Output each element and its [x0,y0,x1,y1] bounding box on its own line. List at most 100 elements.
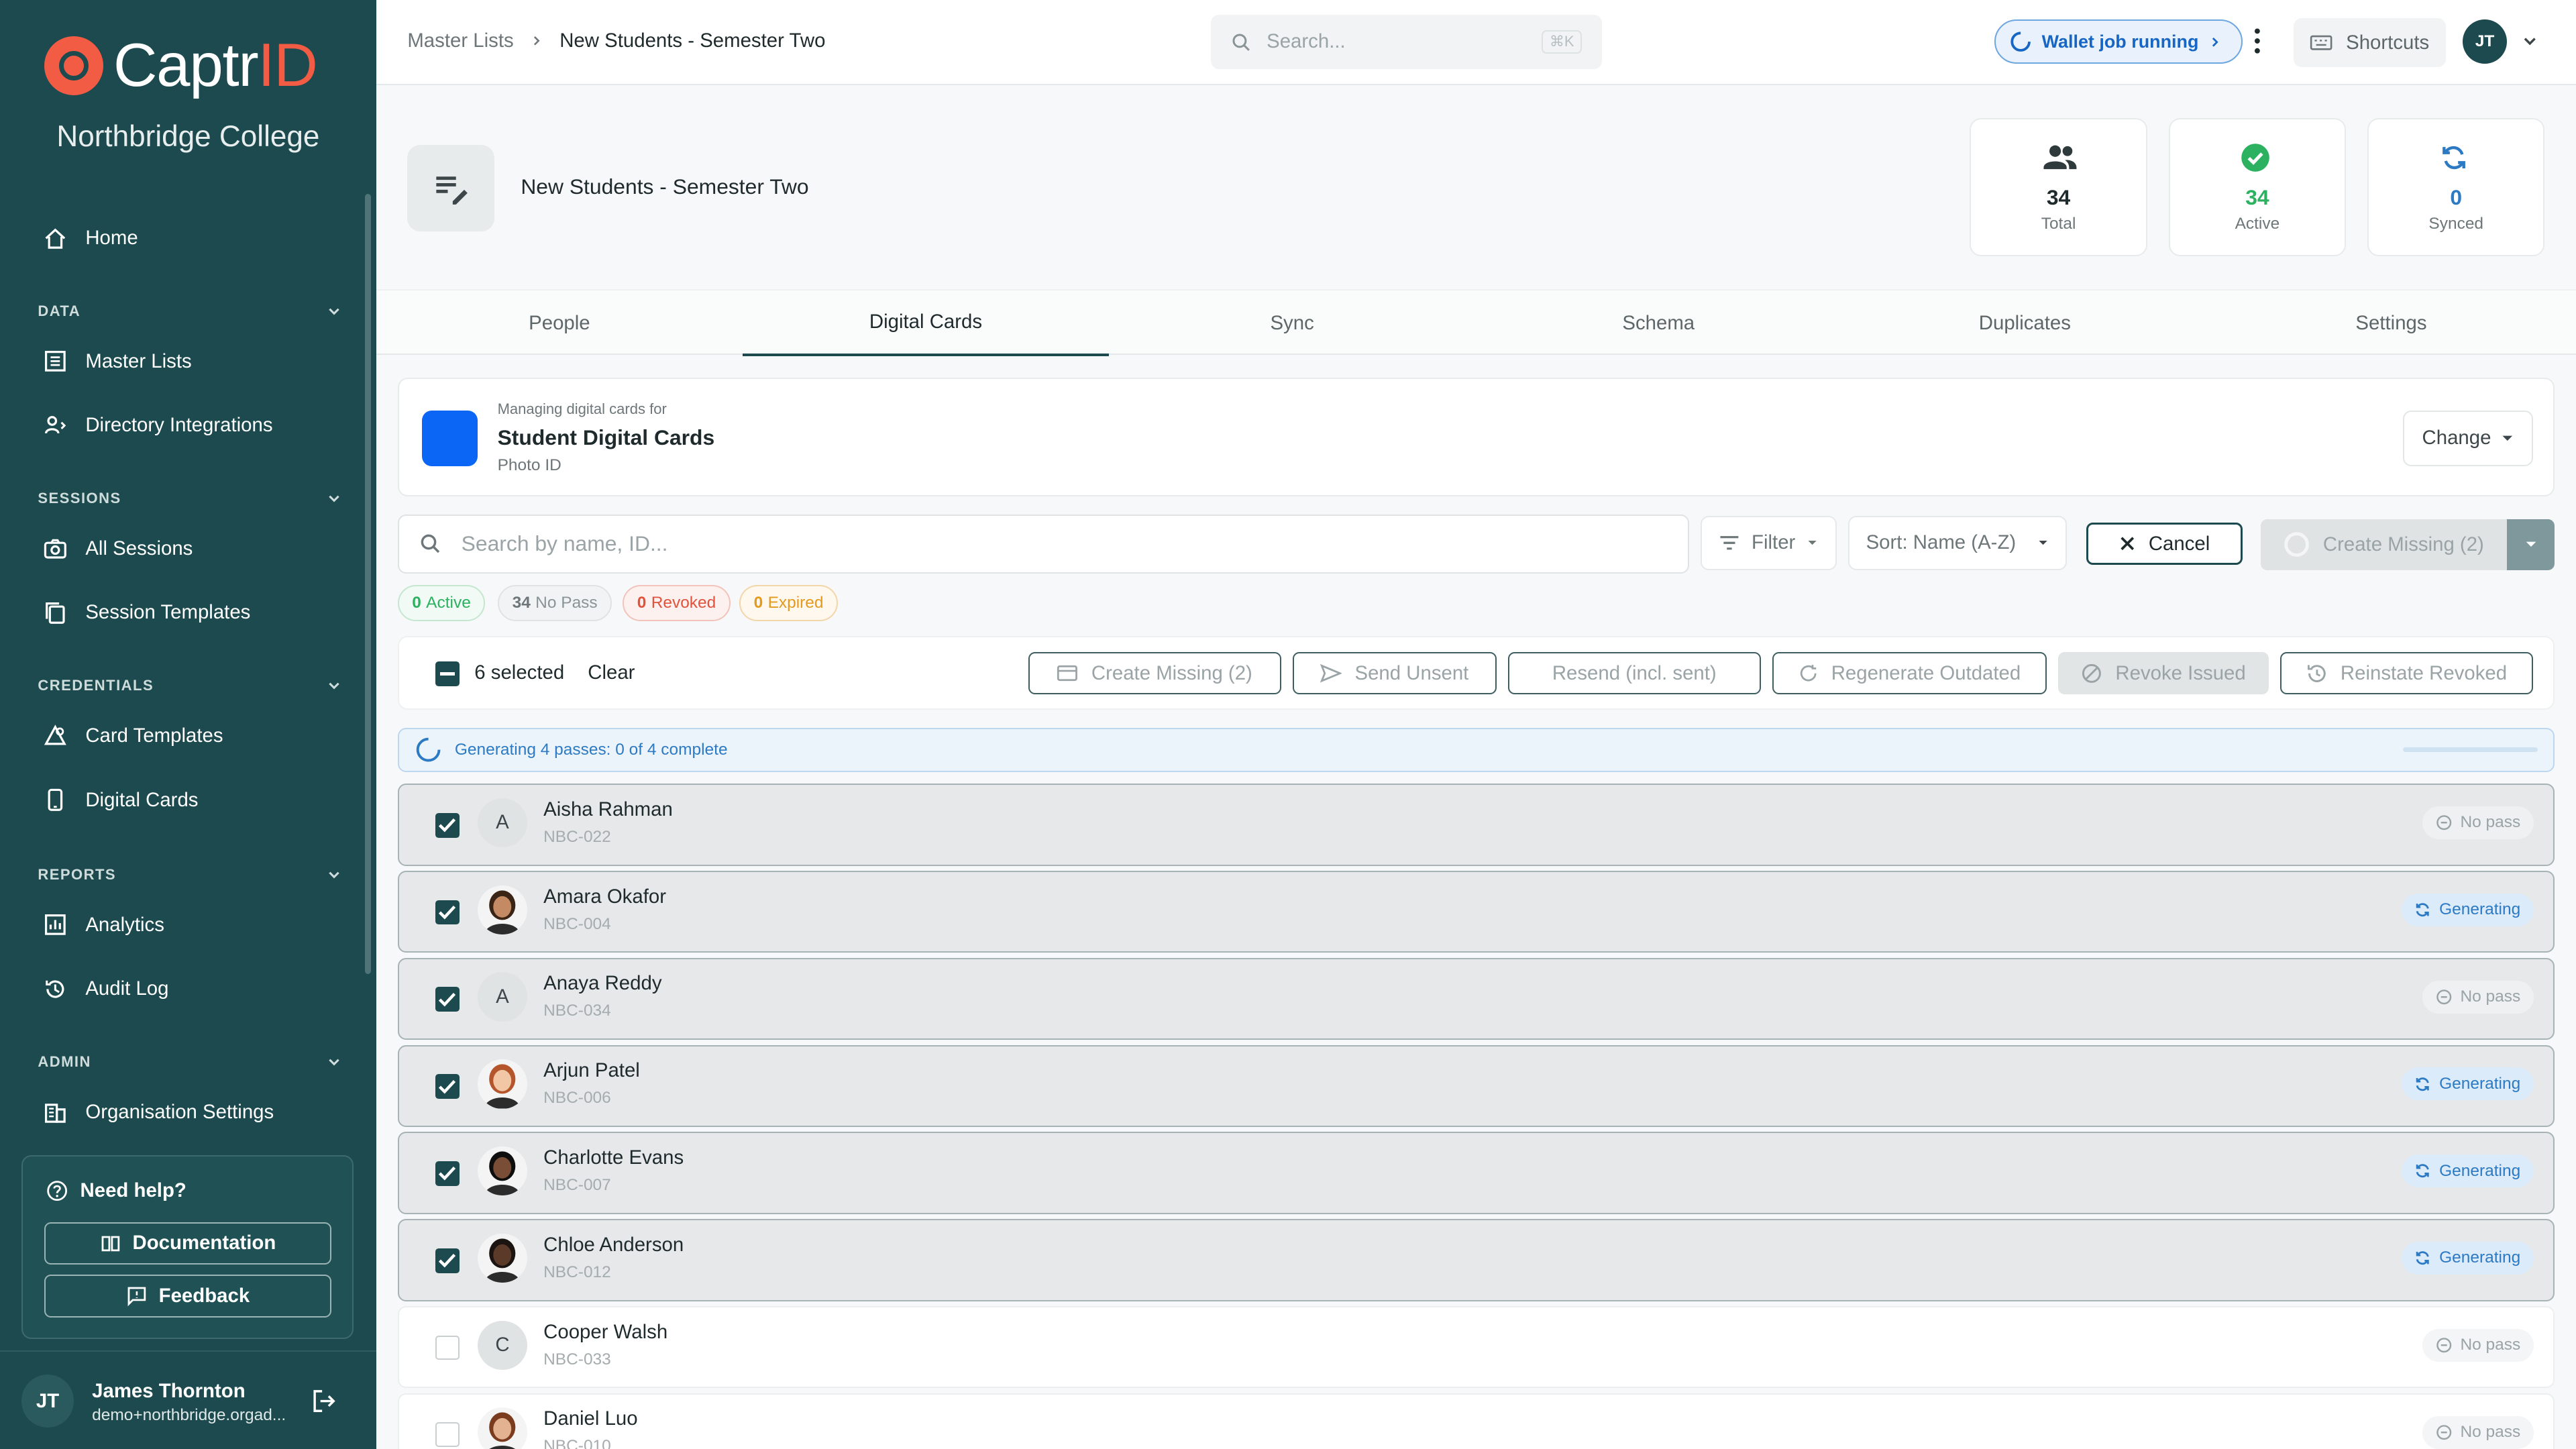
cancel-button[interactable]: Cancel [2086,522,2243,566]
section-credentials[interactable]: CREDENTIALS [38,677,341,694]
create-options-dropdown[interactable] [2507,519,2555,570]
row-checkbox[interactable] [435,1074,460,1099]
person-name: Daniel Luo [543,1407,638,1430]
person-id: NBC-033 [543,1350,611,1368]
avatar[interactable]: JT [2463,19,2508,64]
sidebar-item-master-lists[interactable]: Master Lists [43,345,192,378]
row-checkbox[interactable] [435,812,460,838]
shortcuts-button[interactable]: Shortcuts [2293,17,2446,68]
progress-text: Generating 4 passes: 0 of 4 complete [454,740,728,759]
row-checkbox[interactable] [435,987,460,1012]
bulk-create-missing-button[interactable]: Create Missing (2) [1028,651,1281,695]
tab-schema[interactable]: Schema [1475,290,1841,356]
wallet-job-status[interactable]: Wallet job running [1994,19,2243,64]
person-photo-icon [489,1412,516,1449]
restore-icon [2307,664,2326,682]
section-data[interactable]: DATA [38,303,341,320]
table-row[interactable]: C Cooper Walsh NBC-033 No pass [397,1305,2555,1389]
avatar-initial: A [496,811,509,834]
filter-button[interactable]: Filter [1700,515,1837,570]
close-icon [2121,537,2134,551]
sidebar-item-directory-integrations[interactable]: Directory Integrations [43,409,273,442]
brand-logo[interactable]: CaptrID [44,32,318,99]
tab-people[interactable]: People [376,290,743,356]
revoke-issued-button[interactable]: Revoke Issued [2058,651,2269,695]
row-checkbox[interactable] [435,1335,460,1360]
breadcrumb-master-lists[interactable]: Master Lists [407,30,513,52]
check-circle-icon [2241,143,2269,172]
tab-settings[interactable]: Settings [2208,290,2574,356]
table-row[interactable]: Arjun Patel NBC-006 Generating [397,1044,2555,1127]
building-icon [44,1103,66,1123]
sort-select[interactable]: Sort: Name (A-Z) [1848,515,2067,570]
caret-down-icon [2039,541,2047,545]
sidebar-item-all-sessions[interactable]: All Sessions [43,532,193,565]
section-reports[interactable]: REPORTS [38,866,341,883]
row-checkbox[interactable] [435,900,460,925]
sync-icon [2443,146,2466,169]
feedback-button[interactable]: Feedback [44,1274,332,1318]
person-id: NBC-006 [543,1089,611,1108]
select-all-checkbox[interactable] [435,661,460,687]
sidebar-item-organisation-settings[interactable]: Organisation Settings [43,1095,274,1128]
global-search-input[interactable]: Search... ⌘K [1210,15,1602,69]
resend-button[interactable]: Resend (incl. sent) [1507,651,1761,695]
chip-revoked[interactable]: 0 Revoked [623,584,731,621]
table-row[interactable]: Chloe Anderson NBC-012 Generating [397,1219,2555,1301]
row-checkbox[interactable] [435,1161,460,1186]
documentation-button[interactable]: Documentation [44,1222,332,1265]
chip-no-pass[interactable]: 34 No Pass [498,584,612,621]
check-icon [439,905,456,920]
sidebar-scrollbar[interactable] [364,193,372,975]
sidebar-item-label: Organisation Settings [85,1100,274,1123]
stat-total: 34 Total [1970,118,2147,257]
sidebar-item-home[interactable]: Home [43,222,138,255]
search-shortcut: ⌘K [1542,30,1582,54]
tab-digital-cards[interactable]: Digital Cards [742,290,1110,356]
tab-sync[interactable]: Sync [1109,290,1475,356]
table-row[interactable]: Amara Okafor NBC-004 Generating [397,870,2555,953]
more-vertical-icon[interactable] [2254,26,2261,56]
sidebar-item-session-templates[interactable]: Session Templates [43,596,250,629]
regenerate-outdated-button[interactable]: Regenerate Outdated [1772,651,2047,695]
sidebar-item-digital-cards[interactable]: Digital Cards [43,784,199,816]
sidebar-item-analytics[interactable]: Analytics [43,908,164,941]
user-name: James Thornton [92,1379,246,1402]
person-id: NBC-007 [543,1176,611,1195]
row-checkbox[interactable] [435,1248,460,1273]
chevron-down-icon[interactable] [2522,33,2538,49]
tab-duplicates[interactable]: Duplicates [1841,290,2208,356]
sync-icon [2416,1251,2430,1265]
section-admin[interactable]: ADMIN [38,1053,341,1071]
user-profile[interactable]: JT James Thornton demo+northbridge.orgad… [0,1350,376,1449]
table-row[interactable]: Daniel Luo NBC-010 No pass [397,1393,2555,1449]
table-row[interactable]: A Anaya Reddy NBC-034 No pass [397,957,2555,1040]
chip-active[interactable]: 0 Active [397,584,486,621]
chip-expired[interactable]: 0 Expired [739,584,839,621]
check-icon [439,1079,456,1094]
section-sessions[interactable]: SESSIONS [38,490,341,507]
reinstate-revoked-button[interactable]: Reinstate Revoked [2279,651,2533,695]
sidebar-item-label: All Sessions [85,537,193,559]
phone-icon [48,789,62,812]
sidebar-item-audit-log[interactable]: Audit Log [43,973,168,1006]
tab-bar: People Digital Cards Sync Schema Duplica… [376,289,2576,356]
row-checkbox[interactable] [435,1422,460,1448]
clear-selection-button[interactable]: Clear [588,661,635,684]
check-icon [439,992,456,1007]
send-unsent-button[interactable]: Send Unsent [1292,651,1497,695]
stat-label: Synced [2428,215,2484,233]
change-card-button[interactable]: Change [2403,410,2533,467]
create-missing-button[interactable]: Create Missing (2) [2260,519,2508,570]
person-photo-icon [484,1064,521,1109]
avatar [478,1059,527,1109]
sidebar-item-card-templates[interactable]: Card Templates [43,720,223,753]
table-row[interactable]: Charlotte Evans NBC-007 Generating [397,1132,2555,1214]
spinner-icon [2284,532,2310,557]
logout-icon[interactable] [311,1388,337,1414]
stat-value: 0 [2450,185,2463,210]
table-row[interactable]: A Aisha Rahman NBC-022 No pass [397,784,2555,866]
sync-icon [2416,1077,2430,1091]
people-search-input[interactable]: Search by name, ID... [397,514,1689,574]
selected-count: 6 selected [474,661,565,684]
